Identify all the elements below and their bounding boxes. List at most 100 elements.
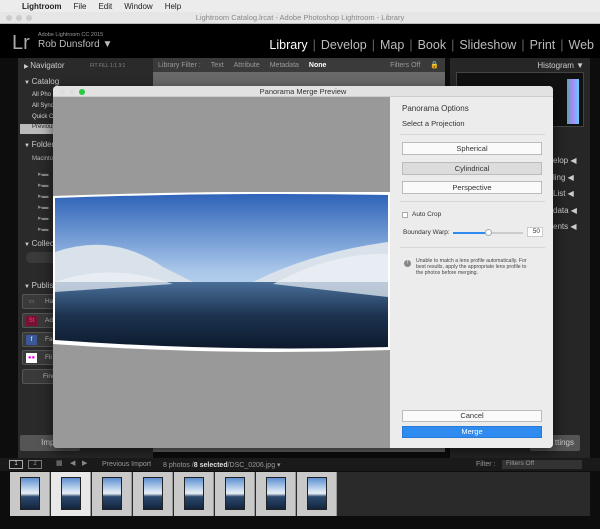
window-title: Lightroom Catalog.lrcat - Adobe Photosho… <box>195 13 405 22</box>
panel-metadata[interactable]: data ◀ <box>553 206 577 215</box>
close-button[interactable] <box>6 15 12 21</box>
panorama-merge-dialog: Panorama Merge Preview Panorama Options … <box>53 86 553 448</box>
menu-edit[interactable]: Edit <box>98 2 112 11</box>
filter-tab-none[interactable]: None <box>309 62 327 69</box>
catalog-all-synced[interactable]: All Sync <box>32 103 54 109</box>
thumbnail-image <box>266 477 286 510</box>
catalog-all-photographs[interactable]: All Pho <box>32 92 51 98</box>
histogram-header[interactable]: Histogram ▼ <box>537 61 584 70</box>
navigator-zoom-options[interactable]: FIT FILL 1:1 3:1 <box>90 63 125 69</box>
projection-perspective-button[interactable]: Perspective <box>402 181 542 194</box>
thumbnail-image <box>307 477 327 510</box>
module-map[interactable]: Map <box>380 38 404 52</box>
menu-bar: Lightroom File Edit Window Help <box>0 0 600 12</box>
menu-app[interactable]: Lightroom <box>22 2 62 11</box>
cancel-button[interactable]: Cancel <box>402 410 542 422</box>
filmstrip-thumbnail[interactable] <box>92 472 132 516</box>
filmstrip-source[interactable]: Previous Import <box>102 461 151 468</box>
flickr-icon: ●● <box>26 353 37 363</box>
lens-profile-warning: Unable to match a lens profile automatic… <box>416 258 527 277</box>
panorama-options-panel: Panorama Options Select a Projection Sph… <box>390 97 553 448</box>
filter-tab-metadata[interactable]: Metadata <box>270 62 299 69</box>
filmstrip-thumbnail[interactable] <box>215 472 255 516</box>
window-title-bar: Lightroom Catalog.lrcat - Adobe Photosho… <box>0 12 600 24</box>
filmstrip-thumbnail[interactable] <box>297 472 337 516</box>
folder-icon[interactable]: ▸▬ <box>38 181 52 189</box>
folder-icon[interactable]: ▸▬ <box>38 203 52 211</box>
boundary-warp-label: Boundary Warp: <box>403 229 450 236</box>
module-web[interactable]: Web <box>569 38 594 52</box>
user-name[interactable]: Rob Dunsford ▼ <box>38 39 112 50</box>
facebook-icon: f <box>26 335 37 345</box>
forward-arrow-icon[interactable]: ▶ <box>82 459 87 467</box>
menu-window[interactable]: Window <box>124 2 152 11</box>
auto-crop-label: Auto Crop <box>412 211 442 218</box>
panel-keyword-list[interactable]: List ◀ <box>553 189 574 198</box>
thumbnail-image <box>20 477 40 510</box>
projection-cylindrical-button[interactable]: Cylindrical <box>402 162 542 175</box>
warning-icon: ! <box>404 260 411 267</box>
folder-icon[interactable]: ▸▬ <box>38 225 52 233</box>
zoom-button[interactable] <box>26 15 32 21</box>
menu-file[interactable]: File <box>74 2 87 11</box>
folder-icon[interactable]: ▸▬ <box>38 170 52 178</box>
dialog-minimize-button[interactable] <box>69 89 75 95</box>
main-window-button[interactable]: 1 <box>9 460 23 469</box>
projection-spherical-button[interactable]: Spherical <box>402 142 542 155</box>
module-develop[interactable]: Develop <box>321 38 367 52</box>
module-slideshow[interactable]: Slideshow <box>459 38 516 52</box>
thumbnail-image <box>225 477 245 510</box>
secondary-window-button[interactable]: 2 <box>28 460 42 469</box>
auto-crop-checkbox[interactable] <box>402 212 408 218</box>
module-picker: Library | Develop | Map | Book | Slideshow | … <box>269 38 594 52</box>
filmstrip-thumbnail[interactable] <box>51 472 91 516</box>
filmstrip-filter-select[interactable]: Filters Off <box>502 460 582 469</box>
dialog-zoom-button[interactable] <box>79 89 85 95</box>
back-arrow-icon[interactable]: ◀ <box>70 459 75 467</box>
folder-icon[interactable]: ▸▬ <box>38 214 52 222</box>
menu-help[interactable]: Help <box>165 2 181 11</box>
panorama-image <box>53 192 390 352</box>
module-print[interactable]: Print <box>530 38 556 52</box>
dialog-title: Panorama Merge Preview <box>259 87 347 96</box>
filmstrip-thumbnail[interactable] <box>256 472 296 516</box>
merge-button[interactable]: Merge <box>402 426 542 438</box>
filmstrip-thumbnail[interactable] <box>174 472 214 516</box>
filmstrip-thumbnail[interactable] <box>10 472 50 516</box>
minimize-button[interactable] <box>16 15 22 21</box>
filter-label: Filter : <box>476 461 496 468</box>
module-book[interactable]: Book <box>418 38 447 52</box>
thumbnail-image <box>184 477 204 510</box>
boundary-warp-slider[interactable] <box>453 229 523 236</box>
navigator-header[interactable]: Navigator <box>24 61 64 70</box>
projection-label: Select a Projection <box>402 119 465 128</box>
product-name: Adobe Lightroom CC 2015 <box>38 32 104 38</box>
thumbnail-image <box>102 477 122 510</box>
slider-thumb[interactable] <box>485 229 492 236</box>
panel-comments[interactable]: ents ◀ <box>553 222 577 231</box>
module-library[interactable]: Library <box>269 38 307 52</box>
filmstrip-info[interactable]: 8 photos /8 selected/DSC_0206.jpg ▾ <box>163 461 281 469</box>
dialog-close-button[interactable] <box>59 89 65 95</box>
filter-tab-text[interactable]: Text <box>211 62 224 69</box>
library-filter-label: Library Filter : <box>158 61 201 69</box>
panel-quick-develop[interactable]: elop ◀ <box>553 156 577 165</box>
catalog-header[interactable]: Catalog <box>24 77 60 86</box>
filmstrip-thumbnail[interactable] <box>133 472 173 516</box>
slider-fill <box>453 232 488 234</box>
lightroom-logo: Lr <box>12 32 30 54</box>
library-filter-bar: Library Filter : Text Attribute Metadata… <box>153 58 445 72</box>
catalog-quick-collection[interactable]: Quick C <box>32 114 53 120</box>
panel-keywording[interactable]: ling ◀ <box>553 173 574 182</box>
thumbnail-image <box>61 477 81 510</box>
grid-view-icon[interactable]: ▦ <box>56 459 63 467</box>
dialog-title-bar: Panorama Merge Preview <box>53 86 553 97</box>
filter-status[interactable]: Filters Off <box>390 62 420 69</box>
filter-tab-attribute[interactable]: Attribute <box>234 62 260 69</box>
lock-icon[interactable]: 🔒 <box>430 61 439 69</box>
boundary-warp-value[interactable]: 50 <box>527 227 543 237</box>
filmstrip-toolbar: 1 2 ▦ ◀ ▶ Previous Import 8 photos /8 se… <box>0 458 600 471</box>
filmstrip <box>10 472 590 516</box>
panorama-preview <box>53 97 390 448</box>
folder-icon[interactable]: ▸▬ <box>38 192 52 200</box>
